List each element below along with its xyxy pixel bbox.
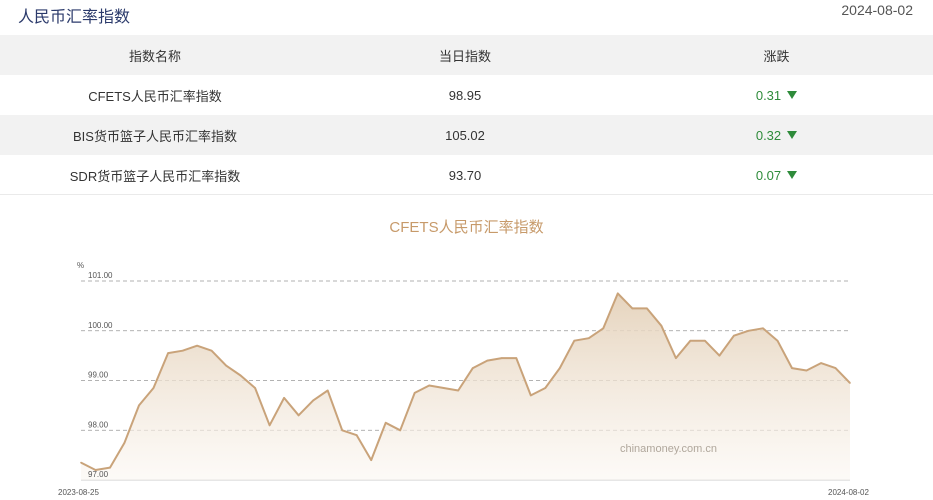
data-point[interactable] [268, 424, 271, 427]
data-point[interactable] [413, 392, 416, 394]
data-point[interactable] [733, 334, 735, 337]
table-row: BIS货币篮子人民币汇率指数 105.02 0.32 [0, 115, 933, 155]
data-point[interactable] [718, 354, 721, 357]
data-point[interactable] [225, 364, 227, 367]
data-point[interactable] [544, 387, 547, 389]
divider [0, 194, 933, 195]
column-header-name: 指数名称 [128, 48, 181, 64]
header: 人民币汇率指数 2024-08-02 [0, 0, 933, 34]
y-tick-label: 100.00 [88, 321, 113, 330]
data-point[interactable] [428, 384, 431, 387]
data-point[interactable] [196, 344, 198, 347]
data-point[interactable] [123, 441, 126, 444]
x-start-label: 2023-08-25 [58, 488, 99, 497]
data-point[interactable] [167, 352, 169, 354]
table-header-row: 指数名称 当日指数 涨跌 [0, 35, 933, 75]
data-point[interactable] [297, 414, 300, 417]
index-value: 105.02 [445, 127, 485, 143]
index-change: 0.32 [755, 127, 782, 143]
data-point[interactable] [791, 367, 793, 369]
data-point[interactable] [762, 327, 764, 330]
data-point[interactable] [530, 394, 532, 397]
data-point[interactable] [834, 367, 837, 369]
tick-layer: 97.00 98.00 99.00 100.00 101.00 [88, 271, 113, 479]
index-name[interactable]: BIS货币篮子人民币汇率指数 [0, 126, 310, 145]
y-tick-label: 98.00 [88, 420, 109, 429]
data-point[interactable] [515, 357, 518, 359]
down-arrow-icon [787, 170, 798, 179]
data-point[interactable] [559, 367, 561, 369]
column-header-value: 当日指数 [438, 48, 491, 64]
y-tick-label: 101.00 [88, 271, 113, 280]
data-point[interactable] [646, 307, 648, 310]
y-tick-label: 97.00 [88, 470, 109, 479]
data-point[interactable] [704, 339, 706, 342]
data-point[interactable] [631, 307, 634, 310]
index-change-cell: 0.32 [620, 128, 933, 143]
date-label: 2024-08-02 [841, 2, 913, 18]
data-point[interactable] [384, 422, 387, 424]
index-change-cell: 0.31 [620, 88, 933, 103]
data-point[interactable] [486, 359, 489, 362]
data-point[interactable] [80, 461, 82, 464]
index-change: 0.31 [755, 87, 782, 103]
data-point[interactable] [355, 434, 358, 437]
x-end-label: 2024-08-02 [828, 488, 869, 497]
data-point[interactable] [617, 292, 619, 295]
data-point[interactable] [152, 387, 155, 389]
data-point[interactable] [805, 369, 808, 372]
data-point[interactable] [602, 327, 605, 330]
index-table: 指数名称 当日指数 涨跌 CFETS人民币汇率指数 98.95 0.31 BIS… [0, 35, 933, 195]
watermark: chinamoney.com.cn [620, 443, 717, 455]
data-point[interactable] [820, 362, 822, 364]
index-change: 0.07 [755, 167, 782, 183]
data-point[interactable] [776, 339, 779, 342]
data-point[interactable] [472, 367, 474, 369]
page-title: 人民币汇率指数 [18, 9, 131, 26]
index-value: 98.95 [448, 87, 482, 103]
data-point[interactable] [326, 389, 329, 392]
data-point[interactable] [138, 404, 140, 407]
chart-title: CFETS人民币汇率指数 [389, 219, 544, 236]
y-tick-label: 99.00 [88, 371, 109, 380]
table-row: CFETS人民币汇率指数 98.95 0.31 [0, 75, 933, 115]
y-unit-label: % [77, 261, 84, 270]
down-arrow-icon [787, 90, 798, 99]
index-name[interactable]: CFETS人民币汇率指数 [0, 86, 310, 105]
data-point[interactable] [341, 429, 344, 432]
data-point[interactable] [399, 429, 402, 432]
series-area [81, 293, 850, 480]
data-point[interactable] [457, 389, 460, 392]
data-point[interactable] [254, 387, 256, 389]
data-point[interactable] [370, 459, 373, 461]
index-value: 93.70 [448, 167, 482, 183]
data-point[interactable] [849, 382, 851, 384]
data-point[interactable] [239, 374, 242, 377]
data-point[interactable] [501, 357, 503, 359]
index-name[interactable]: SDR货币篮子人民币汇率指数 [0, 166, 310, 185]
data-point[interactable] [689, 339, 692, 342]
data-point[interactable] [109, 466, 111, 469]
data-point[interactable] [283, 397, 285, 399]
index-change-cell: 0.07 [620, 168, 933, 183]
data-point[interactable] [181, 349, 184, 352]
area-layer [80, 292, 851, 480]
data-point[interactable] [573, 339, 576, 342]
table-row: SDR货币篮子人民币汇率指数 93.70 0.07 [0, 155, 933, 195]
data-point[interactable] [660, 325, 663, 327]
data-point[interactable] [747, 330, 750, 332]
data-point[interactable] [588, 337, 590, 340]
cfets-chart[interactable]: 97.00 98.00 99.00 100.00 101.00 % chinamoney… [0, 250, 933, 500]
data-point[interactable] [312, 399, 315, 402]
data-point[interactable] [210, 349, 213, 352]
data-point[interactable] [442, 387, 445, 389]
down-arrow-icon [787, 130, 798, 139]
data-point[interactable] [675, 357, 677, 359]
column-header-change: 涨跌 [763, 48, 790, 64]
